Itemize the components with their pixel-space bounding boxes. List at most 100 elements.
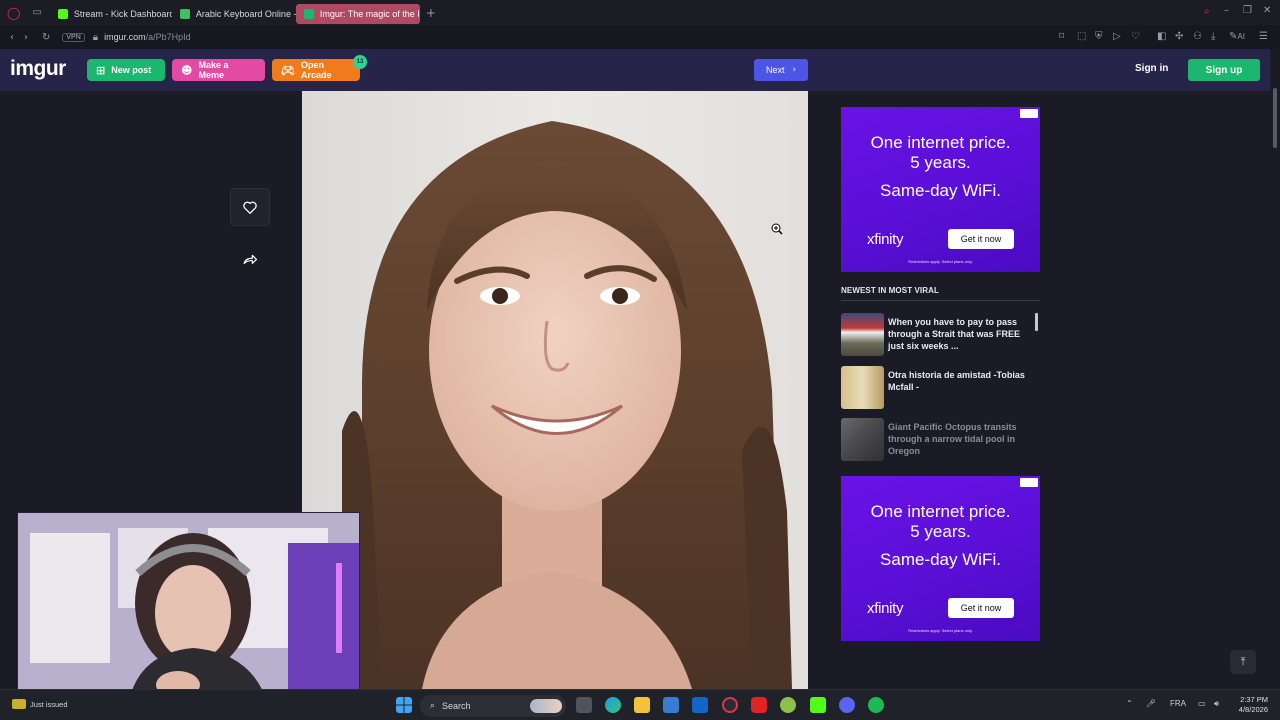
microphone-icon[interactable]: 🎤︎ xyxy=(1146,699,1156,708)
make-meme-button[interactable]: ☻ Make a Meme xyxy=(172,59,265,81)
search-tabs-icon[interactable]: ⌕ xyxy=(1204,6,1210,17)
forward-icon[interactable]: › xyxy=(24,32,28,43)
address-bar: ‹ › ↻ VPN 🔒︎ imgur.com/a/Pb7HpId ⌑ ⬚ ⛨ ▷… xyxy=(0,25,1280,49)
most-viral-heading: NEWEST IN MOST VIRAL xyxy=(841,286,939,295)
zoom-in-cursor-icon xyxy=(771,222,783,240)
windows-taskbar: Just issued ⌕ Search ⌃ 🎤︎ FRA ▭ 🔊︎ 2:37 … xyxy=(0,689,1280,720)
shield-icon[interactable]: ⛨ xyxy=(1095,31,1103,42)
tab-arabic-keyboard[interactable]: Arabic Keyboard Online - xyxy=(172,4,296,24)
chevron-right-icon: › xyxy=(792,65,797,75)
ad-line-2: 5 years. xyxy=(910,153,971,172)
imgur-header: imgur ⊞ New post ☻ Make a Meme 🎮︎ Open A… xyxy=(0,49,1280,91)
webcam-feed xyxy=(18,513,359,703)
post-title: Giant Pacific Octopus transits through a… xyxy=(888,422,1017,456)
aria-ai-button[interactable]: ✎AI xyxy=(1229,31,1245,42)
reload-icon[interactable]: ↻ xyxy=(42,32,50,43)
workspaces-icon[interactable]: ▭ xyxy=(32,7,41,18)
vpn-badge[interactable]: VPN xyxy=(62,32,85,42)
extension-icon[interactable]: ◧ xyxy=(1157,31,1166,42)
easy-files-icon[interactable]: ⚇ xyxy=(1193,31,1202,42)
post-title: Otra historia de amistad -Tobias Mcfall … xyxy=(888,370,1025,392)
bookmark-page-icon[interactable]: ⌑ xyxy=(1059,31,1064,42)
ad-fine-print: Restrictions apply. Select plans only. xyxy=(908,628,973,633)
maximize-icon[interactable]: ❐ xyxy=(1243,5,1252,16)
kick-icon[interactable] xyxy=(810,697,826,713)
close-window-icon[interactable]: ✕ xyxy=(1263,5,1271,16)
download-icon[interactable]: ⤓ xyxy=(1211,31,1215,42)
time: 2:37 PM xyxy=(1240,695,1268,704)
file-explorer-icon[interactable] xyxy=(634,697,650,713)
search-icon: ⌕ xyxy=(430,701,436,711)
search-highlight-icon xyxy=(530,699,562,713)
player-icon[interactable]: ▷ xyxy=(1113,31,1121,42)
tab-kick-dashboard[interactable]: Stream - Kick Dashboard xyxy=(50,4,172,24)
discord-icon[interactable] xyxy=(839,697,855,713)
app-icon[interactable] xyxy=(780,697,796,713)
sign-in-link[interactable]: Sign in xyxy=(1135,63,1168,74)
tab-label: Stream - Kick Dashboard xyxy=(73,8,172,19)
volume-icon[interactable]: 🔊︎ xyxy=(1214,699,1219,709)
share-arrow-icon xyxy=(243,254,257,265)
next-button[interactable]: Next › xyxy=(754,59,808,81)
share-button[interactable] xyxy=(230,241,270,279)
ad-choices-icon[interactable] xyxy=(1020,109,1038,118)
minimize-icon[interactable]: – xyxy=(1224,5,1229,16)
get-it-now-button[interactable]: Get it now xyxy=(948,229,1014,249)
opera-taskbar-icon[interactable] xyxy=(722,697,738,713)
xfinity-ad[interactable]: One internet price. 5 years. Same-day Wi… xyxy=(841,476,1040,641)
back-icon[interactable]: ‹ xyxy=(10,32,14,43)
tab-label: Imgur: The magic of the In xyxy=(319,8,420,19)
list-scroll-indicator[interactable] xyxy=(1035,313,1038,331)
new-post-button[interactable]: ⊞ New post xyxy=(87,59,165,81)
url-field[interactable]: imgur.com/a/Pb7HpId xyxy=(104,32,191,42)
xfinity-ad[interactable]: One internet price. 5 years. Same-day Wi… xyxy=(841,107,1040,272)
sign-up-button[interactable]: Sign up xyxy=(1188,59,1260,81)
ad-line-3: Same-day WiFi. xyxy=(880,181,1001,200)
divider xyxy=(841,300,1040,301)
easy-setup-icon[interactable]: ☰ xyxy=(1259,31,1268,42)
snapshot-icon[interactable]: ⬚ xyxy=(1077,31,1086,42)
ai-label: AI xyxy=(1237,32,1245,41)
webcam-overlay xyxy=(17,512,360,704)
date: 4/8/2026 xyxy=(1238,705,1268,714)
list-item[interactable]: Otra historia de amistad -Tobias Mcfall … xyxy=(841,366,1040,410)
meme-icon: ☻ xyxy=(181,63,193,77)
kick-favicon-icon xyxy=(57,8,68,19)
chevron-up-icon[interactable]: ⌃ xyxy=(1126,699,1133,708)
task-view-icon[interactable] xyxy=(576,697,592,713)
clock[interactable]: 2:37 PM 4/8/2026 xyxy=(1230,695,1268,715)
tab-label: Arabic Keyboard Online - xyxy=(195,8,296,19)
store-icon[interactable] xyxy=(663,697,679,713)
plus-icon: ⊞ xyxy=(96,63,106,77)
list-item[interactable]: When you have to pay to pass through a S… xyxy=(841,313,1040,357)
windows-start-icon[interactable] xyxy=(396,697,412,713)
post-title: When you have to pay to pass through a S… xyxy=(888,317,1021,351)
new-tab-button[interactable]: + xyxy=(426,6,436,20)
language-indicator[interactable]: FRA xyxy=(1170,699,1186,708)
youtube-icon[interactable] xyxy=(751,697,767,713)
back-to-top-button[interactable]: ⤒ xyxy=(1230,650,1256,674)
edge-icon[interactable] xyxy=(605,697,621,713)
url-host: imgur.com xyxy=(104,32,146,42)
tab-imgur[interactable]: Imgur: The magic of the In xyxy=(295,3,420,24)
taskbar-search[interactable]: ⌕ Search xyxy=(420,695,566,717)
open-arcade-button[interactable]: 🎮︎ Open Arcade xyxy=(272,59,360,81)
outlook-icon[interactable] xyxy=(692,697,708,713)
next-label: Next xyxy=(765,65,785,75)
url-path: /a/Pb7HpId xyxy=(145,32,191,42)
lock-icon: 🔒︎ xyxy=(92,31,99,43)
imgur-logo[interactable]: imgur xyxy=(10,57,66,81)
spotify-icon[interactable] xyxy=(868,697,884,713)
get-it-now-button[interactable]: Get it now xyxy=(948,598,1014,618)
post-image[interactable] xyxy=(302,91,808,689)
gamepad-icon: 🎮︎ xyxy=(281,63,295,77)
heart-icon[interactable]: ♡ xyxy=(1131,31,1140,42)
ad-choices-icon[interactable] xyxy=(1020,478,1038,487)
puzzle-icon[interactable]: ✣ xyxy=(1175,31,1183,42)
scrollbar-thumb[interactable] xyxy=(1273,88,1277,148)
favorite-button[interactable] xyxy=(230,188,270,226)
list-item[interactable]: Giant Pacific Octopus transits through a… xyxy=(841,418,1040,462)
network-icon[interactable]: ▭ xyxy=(1198,699,1206,708)
opera-menu-icon[interactable]: ◯ xyxy=(7,6,20,20)
notification-widget[interactable]: Just issued xyxy=(12,699,68,709)
